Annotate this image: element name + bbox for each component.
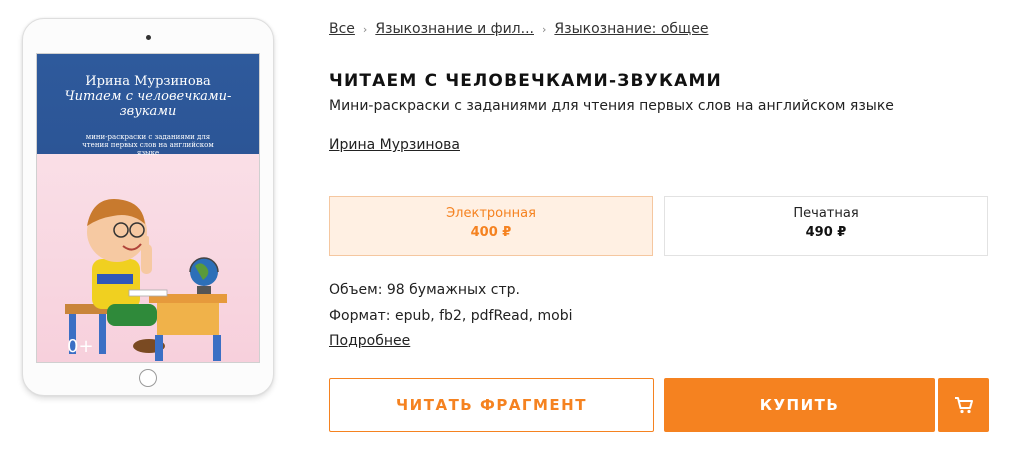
breadcrumb-item-linguistics-general[interactable]: Языкознание: общее — [554, 21, 708, 37]
book-format: Формат: epub, fb2, pdfRead, mobi — [329, 308, 573, 324]
buy-button[interactable]: КУПИТЬ — [664, 378, 935, 432]
age-rating: 0+ — [67, 336, 94, 357]
price-option-type: Печатная — [793, 206, 859, 221]
price-option-price: 490 ₽ — [805, 225, 847, 240]
more-details-link[interactable]: Подробнее — [329, 333, 410, 349]
tablet-home-button — [139, 369, 157, 387]
cart-icon — [954, 397, 973, 414]
cover-title: Читаем с человечками-звуками — [64, 89, 232, 119]
price-option-ebook[interactable]: Электронная 400 ₽ — [329, 196, 653, 256]
book-subtitle: Мини-раскраски с заданиями для чтения пе… — [329, 98, 894, 114]
breadcrumb-item-linguistics-philology[interactable]: Языкознание и фил... — [375, 21, 534, 37]
price-option-type: Электронная — [446, 206, 536, 221]
read-fragment-button[interactable]: ЧИТАТЬ ФРАГМЕНТ — [329, 378, 654, 432]
price-option-print[interactable]: Печатная 490 ₽ — [664, 196, 988, 256]
breadcrumb-item-all[interactable]: Все — [329, 21, 355, 37]
cover-author: Ирина Мурзинова — [85, 74, 211, 89]
add-to-cart-button[interactable] — [938, 378, 989, 432]
boy-at-desk-illustration — [65, 199, 227, 361]
breadcrumb-separator: › — [362, 22, 368, 36]
cover-header: Ирина Мурзинова Читаем с человечками-зву… — [37, 54, 259, 157]
price-option-price: 400 ₽ — [470, 225, 512, 240]
book-volume: Объем: 98 бумажных стр. — [329, 282, 520, 298]
tablet-camera — [146, 35, 151, 40]
book-title: ЧИТАЕМ С ЧЕЛОВЕЧКАМИ-ЗВУКАМИ — [329, 71, 722, 91]
breadcrumb: Все › Языкознание и фил... › Языкознание… — [329, 21, 708, 37]
breadcrumb-separator: › — [541, 22, 547, 36]
author-link[interactable]: Ирина Мурзинова — [329, 137, 460, 153]
book-cover-tablet: Ирина Мурзинова Читаем с человечками-зву… — [22, 18, 274, 396]
book-cover-image[interactable]: Ирина Мурзинова Читаем с человечками-зву… — [36, 53, 260, 363]
